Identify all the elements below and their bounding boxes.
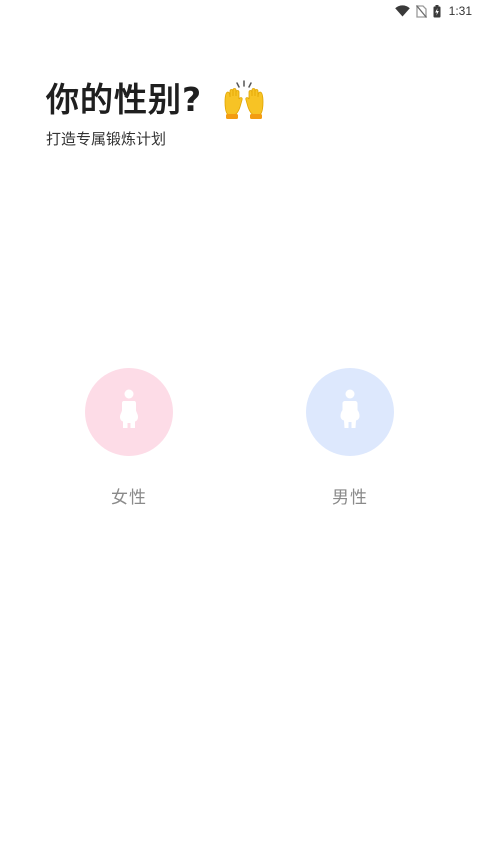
- status-time: 1:31: [448, 4, 472, 18]
- female-option[interactable]: 女性: [69, 368, 189, 508]
- page-subtitle: 打造专属锻炼计划: [46, 130, 167, 148]
- male-label[interactable]: 男性: [332, 483, 368, 508]
- no-sim-icon: [415, 4, 427, 18]
- female-silhouette-icon: [118, 388, 140, 436]
- battery-charging-icon: [433, 4, 441, 18]
- gender-selection-screen: 1:31 你的性别? 打造专属锻炼计划 女性 男性: [0, 0, 480, 855]
- status-bar: 1:31: [0, 0, 480, 22]
- male-option[interactable]: 男性: [290, 368, 410, 508]
- header: 你的性别? 打造专属锻炼计划: [46, 78, 460, 149]
- female-circle-button[interactable]: [85, 368, 173, 456]
- page-title: 你的性别?: [46, 80, 203, 119]
- title-row: 你的性别?: [46, 78, 460, 122]
- male-circle-button[interactable]: [306, 368, 394, 456]
- female-label[interactable]: 女性: [111, 483, 147, 508]
- wifi-icon: [394, 5, 410, 17]
- male-silhouette-icon: [339, 388, 361, 436]
- raising-hands-icon: [222, 80, 266, 120]
